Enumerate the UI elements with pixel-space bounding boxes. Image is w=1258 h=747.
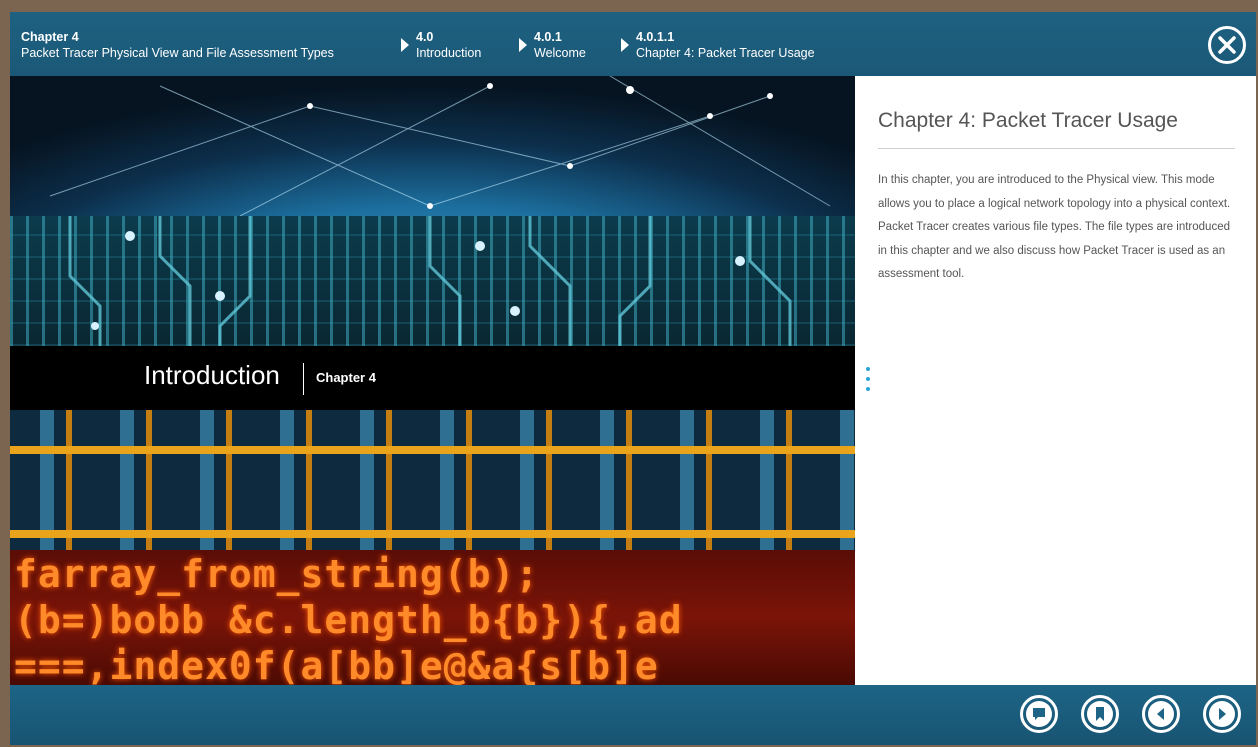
footer-bar — [10, 685, 1256, 745]
handle-dot — [866, 387, 870, 391]
breadcrumb-topic-number: 4.0.1 — [534, 30, 562, 44]
banner-title: Introduction — [144, 360, 280, 390]
cable-stripe — [10, 530, 855, 538]
breadcrumb-chapter[interactable]: Chapter 4 Packet Tracer Physical View an… — [21, 29, 334, 61]
chapter-banner-image: Introduction Chapter 4 farray_from_strin… — [10, 76, 855, 685]
previous-button[interactable] — [1142, 695, 1180, 733]
banner-divider — [303, 363, 304, 395]
breadcrumb-page-number: 4.0.1.1 — [636, 30, 675, 44]
code-line: (b=)bobb &c.length_b{b}){,ad — [14, 598, 683, 642]
chevron-right-icon — [621, 38, 629, 52]
circuit-board-graphic — [10, 216, 855, 346]
next-icon — [1219, 708, 1226, 720]
handle-dot — [866, 367, 870, 371]
close-icon — [1218, 36, 1236, 54]
code-text-graphic: farray_from_string(b); (b=)bobb &c.lengt… — [10, 550, 855, 685]
panel-resize-handle[interactable] — [866, 367, 870, 391]
code-line: farray_from_string(b); — [14, 552, 540, 596]
breadcrumb-chapter-number: Chapter 4 — [21, 30, 79, 44]
cable-stripe — [10, 446, 855, 454]
breadcrumb-page[interactable]: 4.0.1.1 Chapter 4: Packet Tracer Usage — [636, 29, 815, 61]
comment-button[interactable] — [1020, 695, 1058, 733]
divider — [878, 148, 1235, 149]
next-button[interactable] — [1203, 695, 1241, 733]
breadcrumb-topic[interactable]: 4.0.1 Welcome — [534, 29, 586, 61]
network-lines-graphic — [49, 76, 831, 216]
bookmark-button-face — [1087, 701, 1113, 727]
code-line: ===,index0f(a[bb]e@&a{s[b]e — [14, 644, 659, 685]
circuit-traces-graphic — [68, 216, 792, 346]
comment-button-face — [1026, 701, 1052, 727]
bookmark-button[interactable] — [1081, 695, 1119, 733]
breadcrumb-page-label: Chapter 4: Packet Tracer Usage — [636, 46, 815, 60]
breadcrumb-chapter-label: Packet Tracer Physical View and File Ass… — [21, 46, 334, 60]
content-panel: Chapter 4: Packet Tracer Usage In this c… — [855, 76, 1256, 685]
globe-network-graphic — [10, 76, 855, 216]
breadcrumb-topic-label: Welcome — [534, 46, 586, 60]
close-button[interactable] — [1208, 26, 1246, 64]
breadcrumb-section-number: 4.0 — [416, 30, 434, 44]
breadcrumb-section-label: Introduction — [416, 46, 482, 60]
page-body-text: In this chapter, you are introduced to t… — [878, 174, 1231, 280]
breadcrumb-section[interactable]: 4.0 Introduction — [416, 29, 481, 61]
comment-icon — [1033, 708, 1045, 720]
chevron-right-icon — [401, 38, 409, 52]
next-button-face — [1209, 701, 1235, 727]
banner-subtitle: Chapter 4 — [316, 370, 376, 385]
header-bar: Chapter 4 Packet Tracer Physical View an… — [10, 12, 1256, 76]
banner-title-bar: Introduction Chapter 4 — [10, 346, 855, 410]
handle-dot — [866, 377, 870, 381]
previous-icon — [1157, 708, 1164, 720]
network-cables-graphic — [10, 410, 855, 550]
course-window: Chapter 4 Packet Tracer Physical View an… — [10, 12, 1256, 745]
page-title: Chapter 4: Packet Tracer Usage — [878, 109, 1178, 132]
bookmark-icon — [1096, 707, 1104, 721]
previous-button-face — [1148, 701, 1174, 727]
chevron-right-icon — [519, 38, 527, 52]
